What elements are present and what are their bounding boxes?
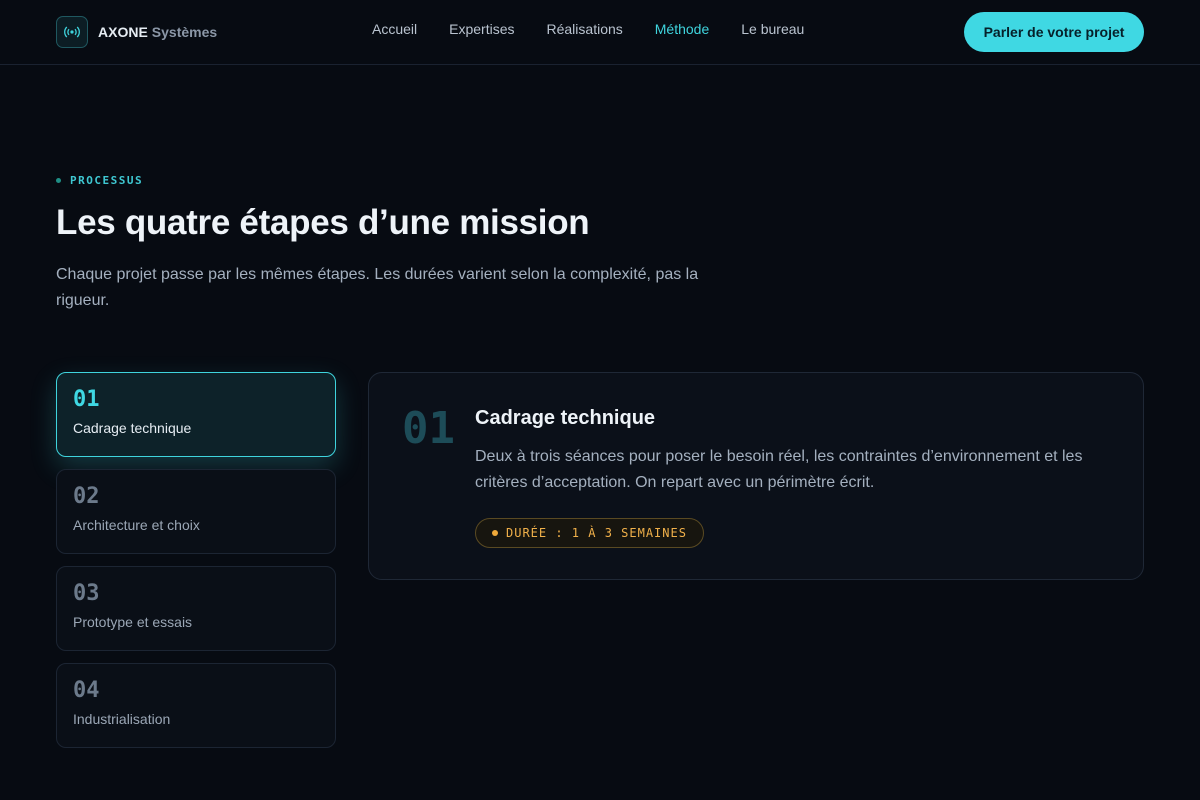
section-title: Les quatre étapes d’une mission <box>56 203 590 242</box>
site-header: AXONE Systèmes Accueil Expertises Réalisa… <box>0 0 1200 65</box>
duration-text: DURÉE : 1 À 3 SEMAINES <box>506 526 687 540</box>
step-item-cadrage[interactable]: 01 Cadrage technique <box>56 372 336 457</box>
eyebrow-text: PROCESSUS <box>70 174 144 187</box>
detail-title: Cadrage technique <box>475 407 656 429</box>
steps-list: 01 Cadrage technique 02 Architecture et … <box>56 372 336 760</box>
step-number: 01 <box>73 387 100 412</box>
step-item-prototype[interactable]: 03 Prototype et essais <box>56 566 336 651</box>
step-label: Industrialisation <box>73 711 171 727</box>
badge-dot-icon <box>492 530 498 536</box>
step-number: 03 <box>73 581 100 606</box>
nav-item-le-bureau[interactable]: Le bureau <box>741 21 804 37</box>
nav-item-expertises[interactable]: Expertises <box>449 21 514 37</box>
nav-item-accueil[interactable]: Accueil <box>372 21 417 37</box>
step-number: 02 <box>73 484 100 509</box>
nav-item-methode[interactable]: Méthode <box>655 21 709 37</box>
brand[interactable]: AXONE Systèmes <box>56 15 217 48</box>
brand-name-main: AXONE <box>98 23 148 40</box>
broadcast-icon <box>56 15 88 48</box>
nav-item-realisations[interactable]: Réalisations <box>547 21 623 37</box>
step-item-industrialisation[interactable]: 04 Industrialisation <box>56 663 336 748</box>
section-lead: Chaque projet passe par les mêmes étapes… <box>56 266 699 309</box>
detail-number: 01 <box>402 403 455 454</box>
step-label: Cadrage technique <box>73 420 192 436</box>
section-eyebrow: PROCESSUS <box>56 174 143 187</box>
step-item-architecture[interactable]: 02 Architecture et choix <box>56 469 336 554</box>
detail-description: Deux à trois séances pour poser le besoi… <box>475 448 1083 491</box>
brand-name: AXONE Systèmes <box>98 24 217 40</box>
step-number: 04 <box>73 678 100 703</box>
step-label: Prototype et essais <box>73 614 193 630</box>
step-label: Architecture et choix <box>73 517 200 533</box>
main-nav: Accueil Expertises Réalisations Méthode … <box>372 21 804 37</box>
contact-cta-button[interactable]: Parler de votre projet <box>964 12 1144 52</box>
step-detail-card: 01 Cadrage technique Deux à trois séance… <box>368 372 1144 580</box>
eyebrow-dot-icon <box>56 178 61 183</box>
brand-name-suffix: Systèmes <box>151 23 218 40</box>
duration-badge: DURÉE : 1 À 3 SEMAINES <box>475 518 704 548</box>
